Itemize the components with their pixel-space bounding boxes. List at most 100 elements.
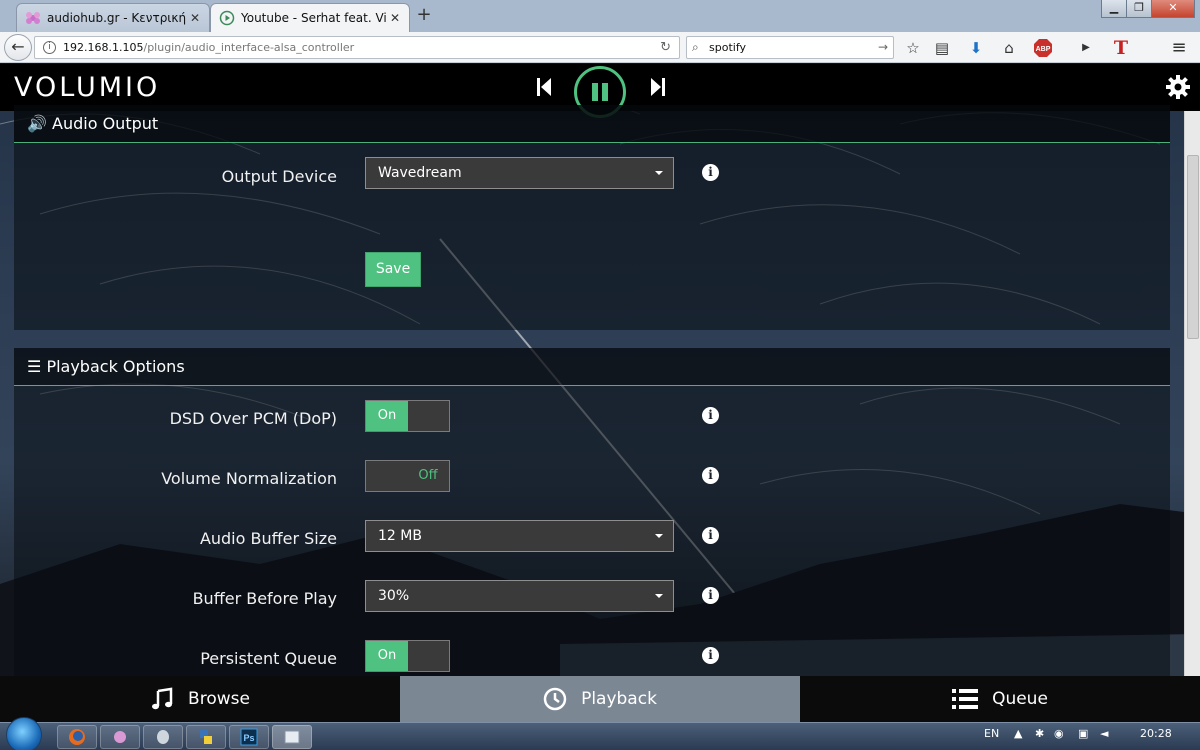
tab-title: audiohub.gr - Κεντρική σελίδ <box>47 11 187 25</box>
firefox-taskbar-button[interactable] <box>57 725 97 749</box>
play-circle-icon <box>219 10 235 26</box>
select-value: 12 MB <box>378 528 422 544</box>
python-taskbar-button[interactable] <box>186 725 226 749</box>
window-close-button[interactable]: ✕ <box>1151 0 1195 18</box>
search-value: spotify <box>709 41 747 54</box>
info-icon[interactable]: i <box>43 41 56 54</box>
bluetooth-icon[interactable]: ✱ <box>1035 727 1044 740</box>
playback-tab[interactable]: Playback <box>400 676 800 722</box>
address-bar[interactable]: i 192.168.1.105/plugin/audio_interface-a… <box>34 36 680 59</box>
translate-icon[interactable]: T <box>1110 37 1132 59</box>
browser-tab-youtube[interactable]: Youtube - Serhat feat. Viktor ✕ <box>210 3 410 32</box>
reload-icon[interactable]: ↻ <box>660 37 671 58</box>
photoshop-taskbar-button[interactable]: Ps <box>229 725 269 749</box>
info-icon[interactable]: i <box>702 407 719 424</box>
info-icon[interactable]: i <box>702 587 719 604</box>
tab-close-icon[interactable]: ✕ <box>387 11 403 25</box>
buffer-before-play-select[interactable]: 30% <box>365 580 674 612</box>
speaker-icon: 🔊 <box>27 114 47 133</box>
explorer-taskbar-button[interactable] <box>272 725 312 749</box>
info-icon[interactable]: i <box>702 647 719 664</box>
url-host: 192.168.1.105 <box>63 41 144 54</box>
browse-tab[interactable]: Browse <box>0 676 400 722</box>
volumio-logo[interactable]: VOLUMIO <box>14 72 160 103</box>
reading-list-icon[interactable]: ▤ <box>931 37 953 59</box>
back-button[interactable]: ← <box>4 34 32 61</box>
browser-tab-bar: audiohub.gr - Κεντρική σελίδ ✕ Youtube -… <box>0 0 1200 32</box>
select-value: 30% <box>378 588 410 604</box>
app-header: VOLUMIO <box>0 64 1200 118</box>
alien-icon <box>157 730 169 744</box>
svg-text:ABP: ABP <box>1036 46 1051 53</box>
tab-title: Youtube - Serhat feat. Viktor <box>241 11 387 25</box>
chevron-down-icon <box>655 594 663 598</box>
audio-buffer-size-select[interactable]: 12 MB <box>365 520 674 552</box>
save-button[interactable]: Save <box>365 252 421 287</box>
volumio-app: VOLUMIO 🔊 Audio Output Output Device Wav… <box>0 64 1200 676</box>
language-indicator[interactable]: EN <box>984 727 999 740</box>
sliders-icon: ☰ <box>27 357 42 376</box>
queue-tab[interactable]: Queue <box>800 676 1200 722</box>
app-taskbar-button[interactable] <box>100 725 140 749</box>
adblock-icon[interactable]: ABP <box>1032 37 1054 59</box>
browser-tab-audiohub[interactable]: audiohub.gr - Κεντρική σελίδ ✕ <box>16 3 210 32</box>
audio-buffer-size-label: Audio Buffer Size <box>199 529 337 548</box>
audio-output-header: 🔊 Audio Output <box>14 105 1170 143</box>
info-icon[interactable]: i <box>702 527 719 544</box>
start-button[interactable] <box>6 717 42 750</box>
clock-icon <box>543 687 567 711</box>
chevron-down-icon <box>655 171 663 175</box>
python-icon <box>200 730 212 744</box>
scrollbar-thumb[interactable] <box>1187 155 1199 339</box>
chevron-down-icon <box>655 534 663 538</box>
tab-close-icon[interactable]: ✕ <box>187 11 203 25</box>
firefox-icon <box>69 729 85 745</box>
tab-label: Queue <box>992 689 1048 709</box>
svg-text:Ps: Ps <box>243 733 254 743</box>
new-tab-button[interactable]: + <box>413 5 435 27</box>
music-note-icon <box>152 687 173 710</box>
clock[interactable]: 20:28 <box>1140 727 1172 740</box>
home-icon[interactable]: ⌂ <box>998 37 1020 59</box>
maximize-button[interactable]: ❐ <box>1126 0 1152 18</box>
show-hidden-icons[interactable]: ▲ <box>1014 727 1022 740</box>
tab-label: Browse <box>188 689 250 709</box>
flower-icon <box>114 731 126 743</box>
next-track-button[interactable] <box>645 74 669 100</box>
alien-taskbar-button[interactable] <box>143 725 183 749</box>
volume-normalization-toggle[interactable]: Off <box>365 460 450 492</box>
playback-options-header: ☰ Playback Options <box>14 348 1170 386</box>
search-icon: ⌕ <box>692 40 699 54</box>
persistent-queue-label: Persistent Queue <box>200 649 337 668</box>
toggle-state: On <box>366 641 408 671</box>
section-title: Audio Output <box>52 114 159 133</box>
info-icon[interactable]: i <box>702 164 719 181</box>
persistent-queue-toggle[interactable]: On <box>365 640 450 672</box>
menu-icon[interactable]: ≡ <box>1168 37 1190 59</box>
gear-icon[interactable] <box>1165 74 1191 100</box>
footer-navigation: Browse Playback Queue <box>0 676 1200 722</box>
output-device-select[interactable]: Wavedream <box>365 157 674 189</box>
search-input[interactable]: ⌕ spotify → <box>686 36 894 59</box>
arrow-right-icon[interactable]: → <box>878 37 888 58</box>
volume-icon[interactable]: ◄ <box>1100 727 1108 740</box>
buffer-before-play-label: Buffer Before Play <box>192 589 337 608</box>
clipboard-icon[interactable]: ▣ <box>1078 727 1088 740</box>
minimize-button[interactable]: ▁ <box>1101 0 1127 18</box>
previous-track-button[interactable] <box>533 74 557 100</box>
dsd-over-pcm-label: DSD Over PCM (DoP) <box>169 409 337 428</box>
output-device-label: Output Device <box>221 167 337 186</box>
browser-nav-bar: ← i 192.168.1.105/plugin/audio_interface… <box>0 32 1200 63</box>
url-path: /plugin/audio_interface-alsa_controller <box>143 41 355 54</box>
info-icon[interactable]: i <box>702 467 719 484</box>
dsd-over-pcm-toggle[interactable]: On <box>365 400 450 432</box>
page-scrollbar[interactable] <box>1184 111 1200 676</box>
toggle-state: Off <box>418 468 438 483</box>
star-icon[interactable]: ☆ <box>902 37 924 59</box>
youtube-icon[interactable]: ▶ <box>1075 37 1097 59</box>
photoshop-icon: Ps <box>240 728 258 746</box>
skype-icon[interactable]: ◉ <box>1054 727 1064 740</box>
download-icon[interactable]: ⬇ <box>965 37 987 59</box>
section-title: Playback Options <box>46 357 185 376</box>
window-icon <box>284 730 300 744</box>
